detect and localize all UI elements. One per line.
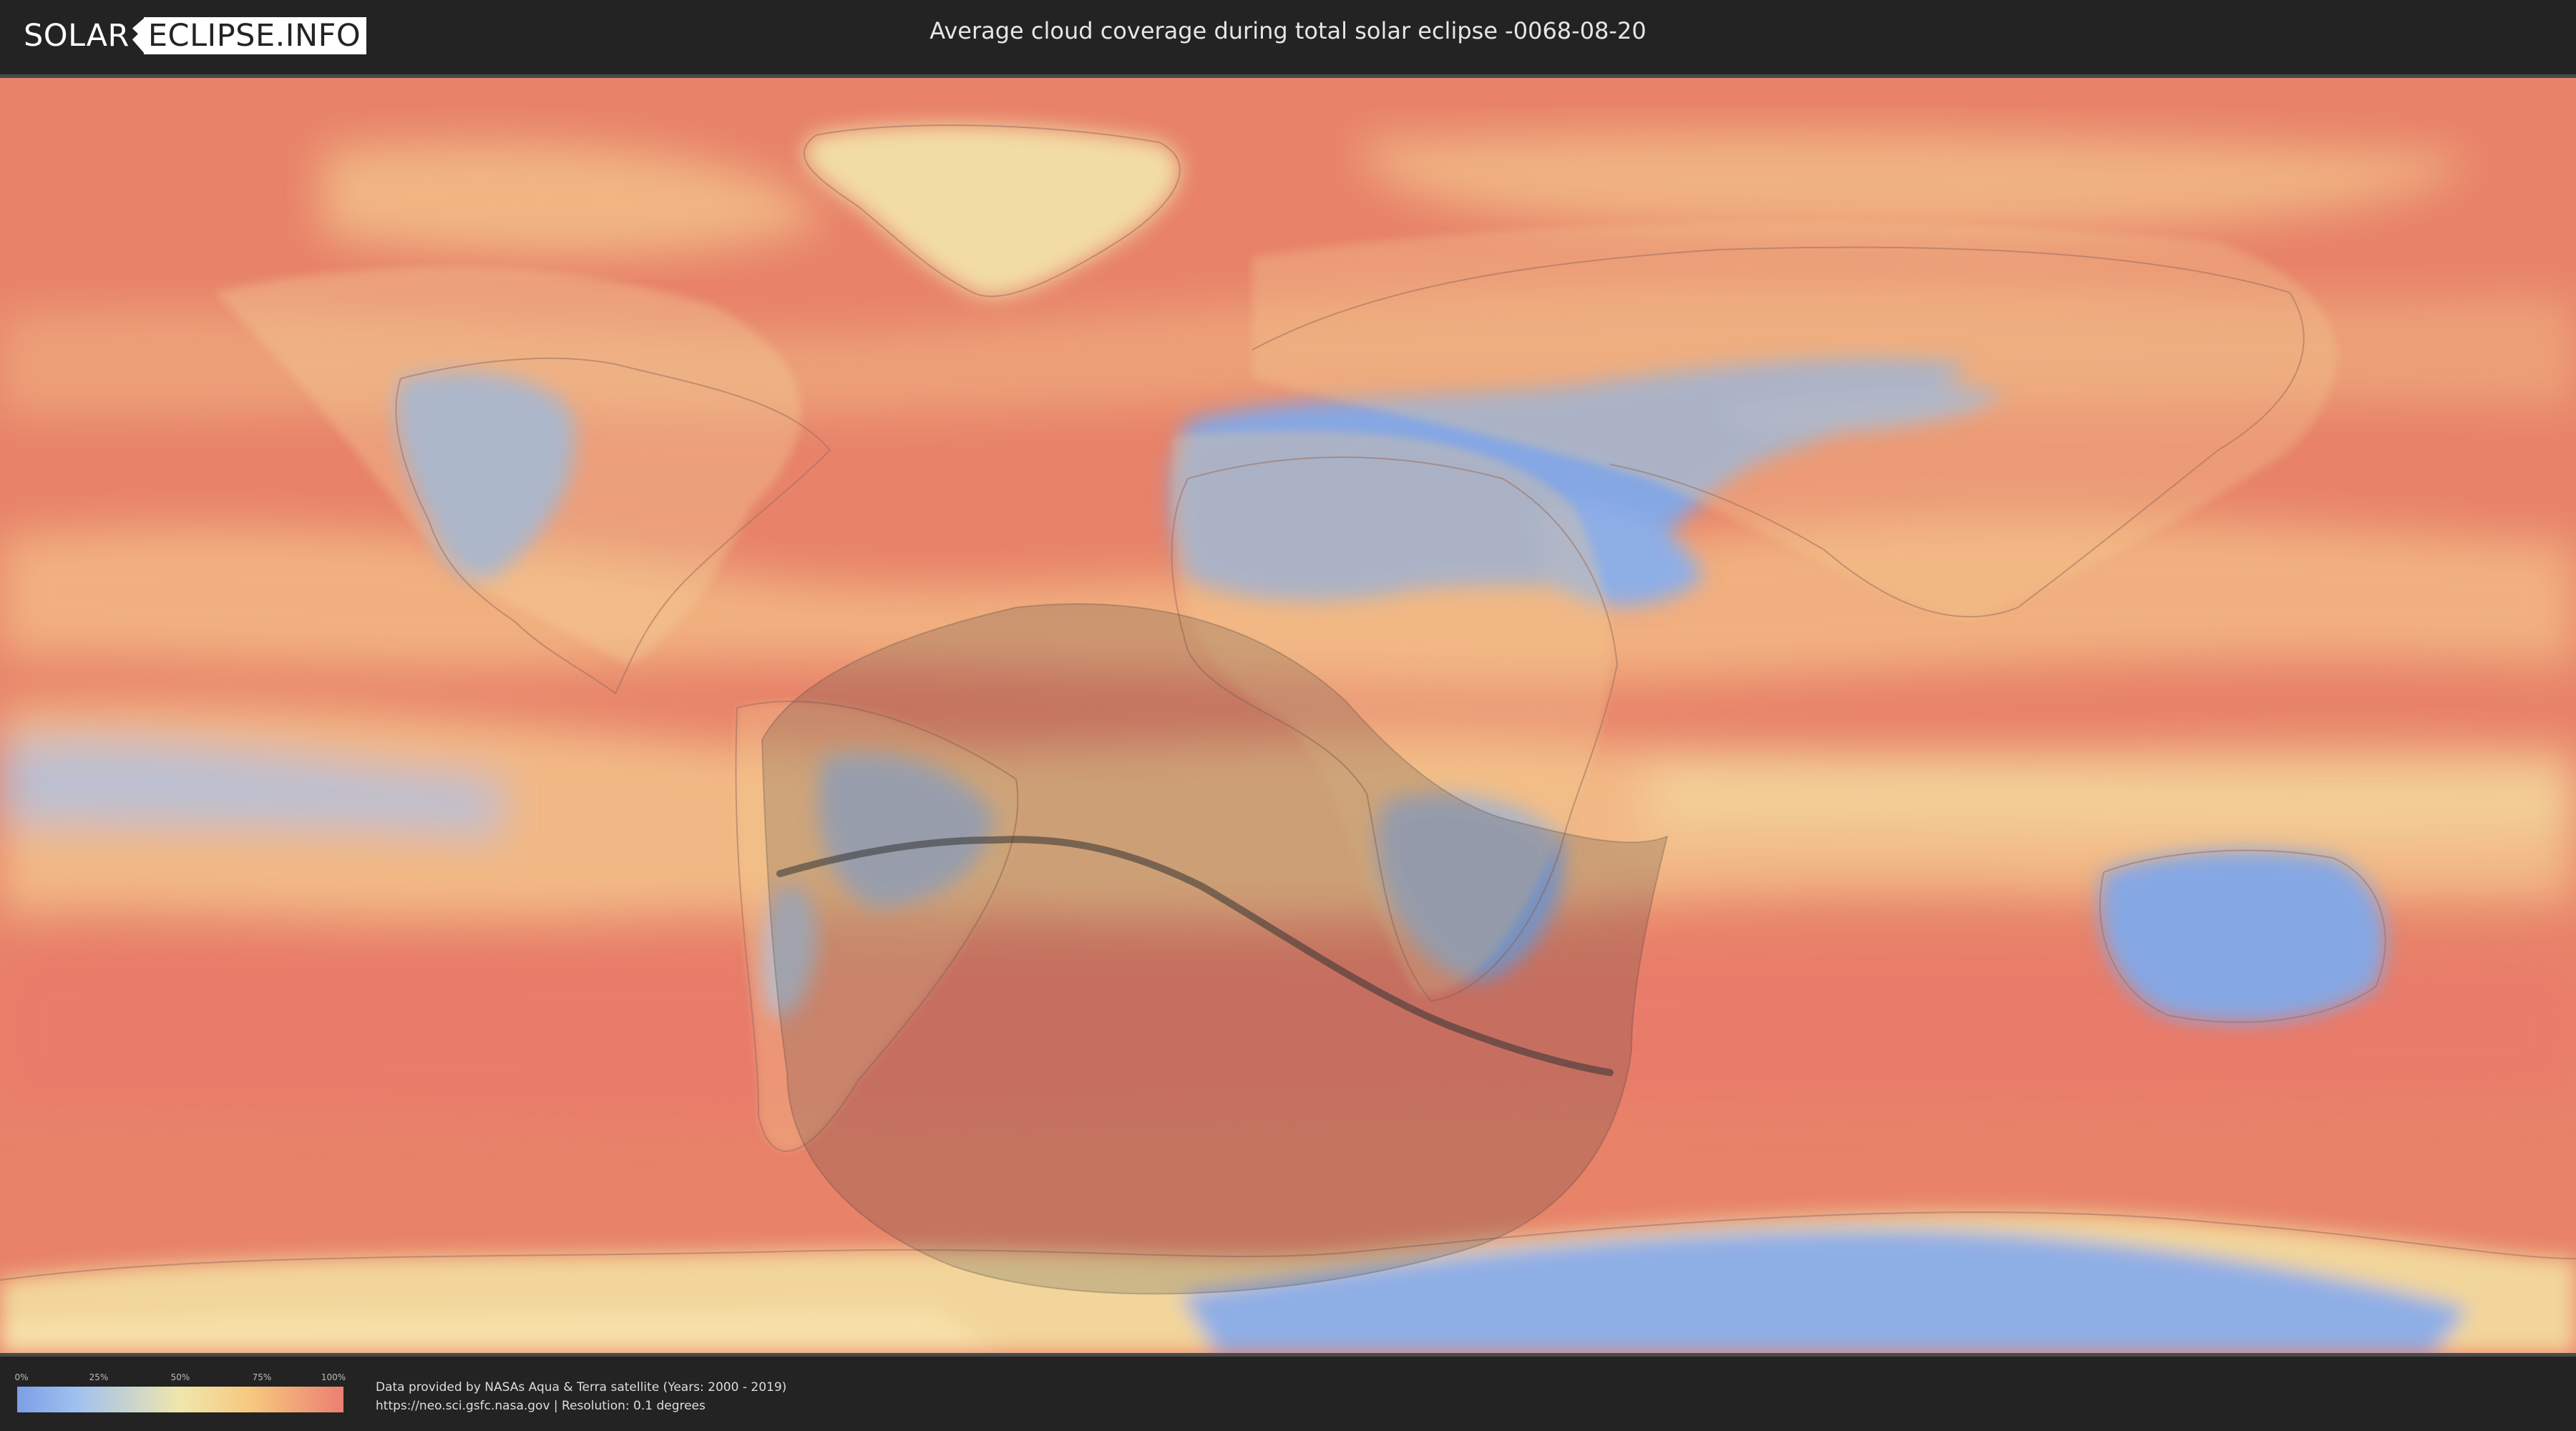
data-credit: Data provided by NASAs Aqua & Terra sate… bbox=[376, 1378, 786, 1415]
legend-tick-50: 50% bbox=[170, 1372, 190, 1382]
cloud-coverage-map[interactable] bbox=[0, 74, 2576, 1357]
legend-tick-75: 75% bbox=[252, 1372, 272, 1382]
header-bar: SOLAR ECLIPSE.INFO Average cloud coverag… bbox=[0, 0, 2576, 70]
legend-tick-25: 25% bbox=[89, 1372, 109, 1382]
world-map-svg bbox=[0, 78, 2576, 1353]
legend-tick-0: 0% bbox=[14, 1372, 29, 1382]
credit-line-source: Data provided by NASAs Aqua & Terra sate… bbox=[376, 1380, 787, 1395]
credit-line-url[interactable]: https://neo.sci.gsfc.nasa.gov | Resoluti… bbox=[376, 1397, 786, 1415]
footer-bar: 0% 25% 50% 75% 100% Data provided by NAS… bbox=[0, 1357, 2576, 1431]
legend-color-bar bbox=[17, 1387, 343, 1412]
legend-tick-100: 100% bbox=[321, 1372, 346, 1382]
page-title: Average cloud coverage during total sola… bbox=[930, 17, 1646, 44]
